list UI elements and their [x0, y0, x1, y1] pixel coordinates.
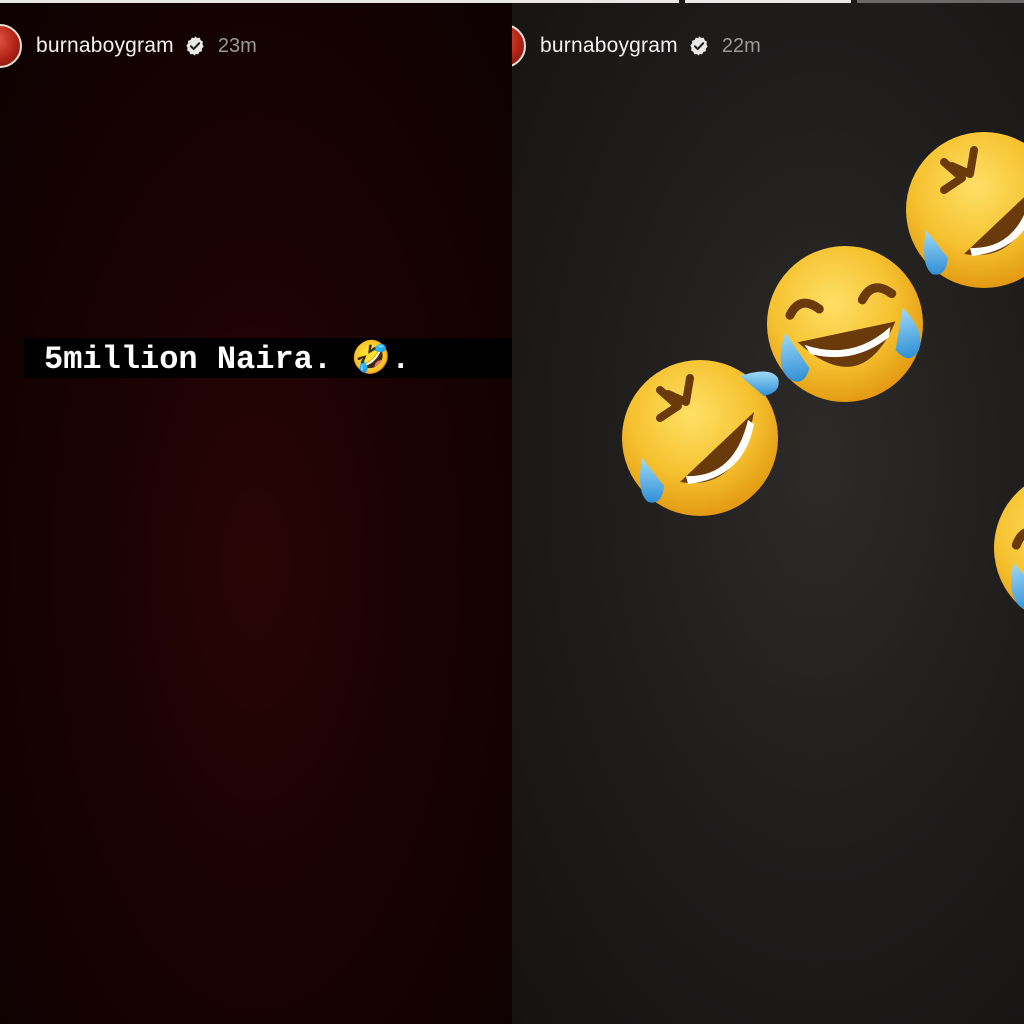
emoji-sticker-row: [512, 0, 1024, 1024]
rolling-on-floor-laughing-icon: [622, 360, 779, 516]
username[interactable]: burnaboygram: [36, 34, 174, 58]
caption-text: 5million Naira. 🤣.: [44, 341, 411, 378]
progress-segment: [0, 0, 512, 3]
story-progress-bar: [0, 0, 512, 3]
story-left[interactable]: burnaboygram 23m 5million Naira. 🤣.: [0, 0, 512, 1024]
story-compare: burnaboygram 23m 5million Naira. 🤣. burn…: [0, 0, 1024, 1024]
avatar[interactable]: [0, 24, 22, 68]
face-with-tears-of-joy-icon: [974, 450, 1024, 647]
face-with-tears-of-joy-icon: [752, 231, 937, 416]
rolling-on-floor-laughing-icon: [906, 132, 1024, 288]
post-time: 23m: [217, 34, 257, 57]
story-header: burnaboygram 23m: [0, 24, 512, 68]
story-right[interactable]: burnaboygram 22m: [512, 0, 1024, 1024]
story-caption: 5million Naira. 🤣.: [0, 338, 512, 378]
verified-badge-icon: [184, 35, 206, 57]
